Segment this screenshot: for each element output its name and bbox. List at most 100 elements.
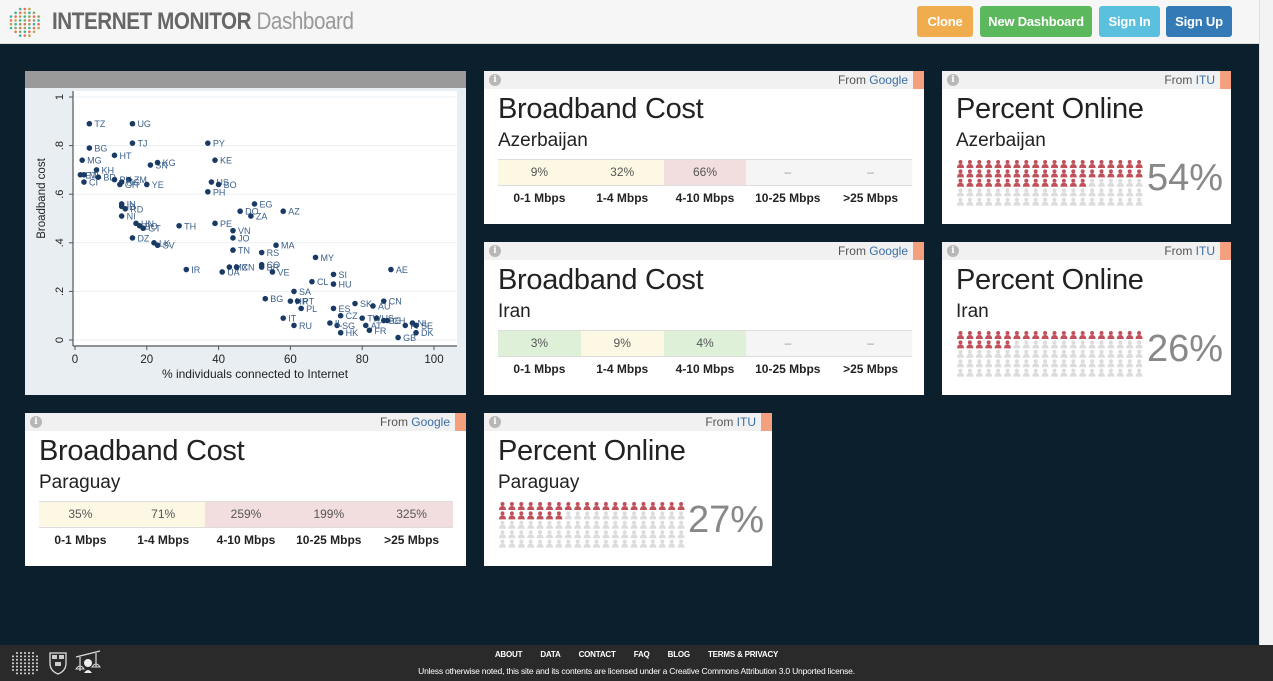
footer-link-blog[interactable]: BLOG <box>668 650 691 659</box>
footer-link-faq[interactable]: FAQ <box>634 650 650 659</box>
person-offline-icon <box>1069 349 1077 358</box>
cost-value-cell: 9% <box>498 160 581 185</box>
y-axis-label: Broadband cost <box>36 157 48 238</box>
footer-link-about[interactable]: ABOUT <box>495 650 523 659</box>
source-link[interactable]: Google <box>869 244 908 258</box>
speed-labels-row: 0-1 Mbps 1-4 Mbps 4-10 Mbps 10-25 Mbps >25 M… <box>498 186 912 210</box>
point-label: SK <box>360 299 372 309</box>
point-label: EG <box>260 199 273 209</box>
brand-title[interactable]: INTERNET MONITOR Dashboard <box>52 8 354 36</box>
logo-dot <box>32 658 34 661</box>
person-online-icon <box>1088 160 1096 168</box>
person-online-icon <box>1051 169 1058 178</box>
person-offline-icon <box>1013 188 1021 197</box>
person-offline-icon <box>1013 340 1021 349</box>
person-offline-icon <box>649 520 657 529</box>
info-icon[interactable]: i <box>489 416 501 428</box>
person-online-icon <box>1060 178 1068 187</box>
point-label: CN <box>242 263 255 273</box>
speed-labels-row: 0-1 Mbps 1-4 Mbps 4-10 Mbps 10-25 Mbps >25 M… <box>498 357 912 381</box>
card-corner-tab[interactable] <box>1220 242 1231 260</box>
source-link[interactable]: Google <box>411 415 450 429</box>
person-offline-icon <box>1032 359 1040 368</box>
person-offline-icon <box>677 530 685 539</box>
country-name: Paraguay <box>39 472 121 493</box>
country-name: Paraguay <box>498 472 580 493</box>
clone-button[interactable]: Clone <box>917 6 973 37</box>
person-online-icon <box>555 502 563 510</box>
person-offline-icon <box>957 349 964 358</box>
x-tick-label: 40 <box>212 354 225 366</box>
logo-dot <box>9 22 13 26</box>
person-offline-icon <box>621 539 629 548</box>
person-offline-icon <box>574 511 582 520</box>
cost-value-cell: 35% <box>39 502 122 527</box>
info-icon[interactable]: i <box>947 74 959 86</box>
logo-dot <box>23 19 27 22</box>
source-link[interactable]: ITU <box>1196 73 1215 87</box>
info-icon[interactable]: i <box>30 416 42 428</box>
person-offline-icon <box>1060 340 1068 349</box>
person-offline-icon <box>1079 349 1087 358</box>
person-offline-icon <box>975 368 983 377</box>
card-corner-tab[interactable] <box>913 71 924 89</box>
point-label: AZ <box>288 207 300 217</box>
logo-dot <box>28 11 31 15</box>
point-label: TH <box>184 221 196 231</box>
person-online-icon <box>1041 160 1049 168</box>
info-icon[interactable]: i <box>489 74 501 86</box>
logo-dot <box>28 7 31 11</box>
person-online-icon <box>564 502 572 510</box>
footer: ABOUT DATA CONTACT FAQ BLOG TERMS & PRIV… <box>0 645 1273 681</box>
card-corner-tab[interactable] <box>455 413 466 431</box>
person-online-icon <box>1022 331 1030 339</box>
person-offline-icon <box>1060 197 1068 206</box>
person-online-icon <box>668 502 676 510</box>
person-offline-icon <box>994 368 1002 377</box>
person-online-icon <box>1032 169 1040 178</box>
person-offline-icon <box>1116 197 1124 206</box>
source-link[interactable]: ITU <box>1196 244 1215 258</box>
source-link[interactable]: ITU <box>737 415 756 429</box>
point-label: UG <box>137 119 151 129</box>
person-offline-icon <box>966 197 974 206</box>
point-label: IR <box>191 265 201 275</box>
new-dashboard-button[interactable]: New Dashboard <box>980 6 1092 37</box>
y-tick-label: .8 <box>54 141 66 150</box>
person-online-icon <box>1116 331 1124 339</box>
person-offline-icon <box>508 539 516 548</box>
info-icon[interactable]: i <box>489 245 501 257</box>
footer-link-data[interactable]: DATA <box>540 650 560 659</box>
person-offline-icon <box>649 511 657 520</box>
speed-tier-label: 1-4 Mbps <box>596 191 649 205</box>
card-corner-tab[interactable] <box>761 413 772 431</box>
logo-dot <box>28 658 30 661</box>
footer-link-contact[interactable]: CONTACT <box>579 650 616 659</box>
person-online-icon <box>1004 340 1011 349</box>
info-icon[interactable]: i <box>947 245 959 257</box>
sign-in-button[interactable]: Sign In <box>1099 6 1160 37</box>
person-offline-icon <box>602 520 610 529</box>
card-corner-tab[interactable] <box>1220 71 1231 89</box>
internet-monitor-logo-icon[interactable] <box>8 6 42 38</box>
footer-link-terms-privacy[interactable]: TERMS & PRIVACY <box>708 650 778 659</box>
person-online-icon <box>611 502 619 510</box>
person-online-icon <box>1079 169 1087 178</box>
person-offline-icon <box>1051 188 1058 197</box>
person-online-icon <box>975 178 983 187</box>
footer-nav: ABOUT DATA CONTACT FAQ BLOG TERMS & PRIV… <box>0 650 1273 659</box>
x-axis-label: % individuals connected to Internet <box>162 367 349 381</box>
person-offline-icon <box>1126 178 1134 187</box>
source-link[interactable]: Google <box>869 73 908 87</box>
card-corner-tab[interactable] <box>913 242 924 260</box>
data-source: From Google <box>838 73 908 87</box>
person-offline-icon <box>611 511 619 520</box>
scrollbar[interactable] <box>1259 0 1273 645</box>
person-offline-icon <box>1051 368 1058 377</box>
chart-widget-header[interactable] <box>25 71 466 88</box>
point-label: BG <box>270 294 283 304</box>
person-online-icon <box>1032 178 1040 187</box>
person-offline-icon <box>985 188 993 197</box>
cost-values-row: 3% 9% 4% – – <box>498 330 912 357</box>
sign-up-button[interactable]: Sign Up <box>1166 6 1232 37</box>
